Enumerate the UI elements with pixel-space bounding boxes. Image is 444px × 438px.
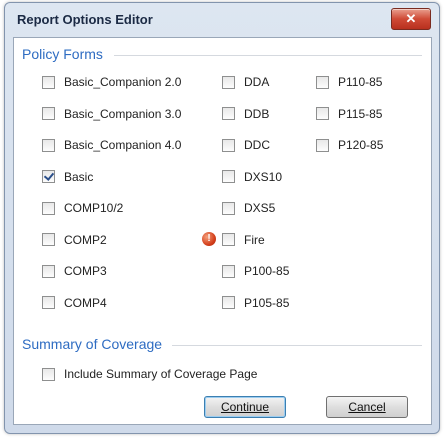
policy-form-label: DDC	[244, 138, 270, 152]
policy-form-label: P100-85	[244, 264, 290, 278]
policy-form-checkbox[interactable]	[316, 107, 329, 120]
policy-form-label: P105-85	[244, 295, 290, 310]
policy-form-row[interactable]: P100-85	[222, 264, 289, 278]
policy-form-checkbox[interactable]	[42, 296, 55, 309]
policy-form-row[interactable]: P120-85	[316, 138, 383, 152]
policy-form-label: COMP2	[64, 232, 107, 247]
dialog-window: Report Options Editor ✕ Policy Forms Bas…	[4, 2, 440, 434]
policy-form-row[interactable]: DDC	[222, 138, 270, 152]
policy-form-label: Basic_Companion 4.0	[64, 138, 182, 152]
policy-form-row[interactable]: DDA	[222, 75, 269, 89]
dialog-body: Policy Forms Basic_Companion 2.0 Basic_Co…	[13, 37, 432, 425]
policy-form-label: P120-85	[338, 138, 384, 152]
policy-form-row[interactable]: Fire	[222, 233, 265, 247]
summary-divider	[172, 345, 422, 346]
include-summary-checkbox[interactable]	[42, 367, 55, 381]
policy-form-label: P115-85	[338, 106, 383, 121]
close-icon: ✕	[405, 11, 417, 26]
policy-form-row[interactable]: P105-85	[222, 296, 289, 310]
policy-form-checkbox[interactable]	[222, 296, 235, 309]
policy-form-row[interactable]: Basic_Companion 3.0	[42, 107, 181, 121]
policy-form-checkbox[interactable]	[222, 170, 235, 183]
window-title: Report Options Editor	[17, 12, 153, 27]
policy-form-checkbox[interactable]	[222, 201, 235, 215]
policy-form-checkbox[interactable]	[42, 75, 55, 89]
policy-form-label: COMP10/2	[64, 201, 124, 215]
policy-form-checkbox[interactable]	[222, 264, 235, 278]
policy-form-row[interactable]: Basic_Companion 2.0	[42, 75, 181, 89]
policy-form-row[interactable]: Basic_Companion 4.0	[42, 138, 181, 152]
policy-form-checkbox[interactable]	[42, 138, 55, 152]
warning-icon: !	[202, 231, 216, 246]
policy-form-checkbox[interactable]	[42, 201, 55, 215]
policy-forms-divider	[114, 55, 422, 56]
policy-form-label: COMP3	[64, 264, 107, 278]
policy-form-checkbox[interactable]	[42, 264, 55, 278]
policy-form-row[interactable]: P115-85	[316, 107, 382, 121]
summary-heading: Summary of Coverage	[22, 336, 163, 352]
policy-forms-heading: Policy Forms	[22, 46, 103, 62]
policy-form-checkbox[interactable]	[42, 170, 55, 183]
policy-form-row[interactable]: Basic	[42, 170, 93, 184]
policy-form-checkbox[interactable]	[42, 107, 55, 120]
close-button[interactable]: ✕	[391, 8, 431, 30]
policy-form-label: DDB	[244, 106, 270, 121]
title-bar[interactable]: Report Options Editor ✕	[5, 3, 439, 35]
policy-form-checkbox[interactable]	[222, 138, 235, 152]
policy-form-label: Basic_Companion 2.0	[64, 75, 182, 89]
continue-button[interactable]: Continue	[204, 396, 286, 418]
policy-form-row[interactable]: COMP3	[42, 264, 107, 278]
policy-form-row[interactable]: DXS5	[222, 201, 275, 215]
policy-form-row[interactable]: P110-85	[316, 75, 382, 89]
policy-form-label: P110-85	[338, 75, 383, 89]
policy-form-row[interactable]: COMP10/2	[42, 201, 123, 215]
policy-form-label: DXS10	[244, 169, 283, 184]
policy-form-label: Fire	[244, 232, 265, 247]
policy-form-label: DXS5	[244, 201, 276, 215]
policy-form-checkbox[interactable]	[316, 75, 329, 89]
policy-form-row[interactable]: DXS10	[222, 170, 282, 184]
policy-form-checkbox[interactable]	[222, 233, 235, 246]
policy-form-label: Basic	[64, 169, 94, 184]
policy-form-checkbox[interactable]	[222, 107, 235, 120]
policy-form-label: DDA	[244, 75, 270, 89]
policy-form-checkbox[interactable]	[316, 138, 329, 152]
policy-form-label: Basic_Companion 3.0	[64, 106, 182, 121]
policy-form-checkbox[interactable]	[42, 233, 55, 246]
policy-form-row[interactable]: COMP2	[42, 233, 107, 247]
policy-form-row[interactable]: COMP4	[42, 296, 107, 310]
policy-form-row[interactable]: DDB	[222, 107, 269, 121]
include-summary-checkbox-row[interactable]: Include Summary of Coverage Page	[42, 367, 257, 381]
policy-form-checkbox[interactable]	[222, 75, 235, 89]
policy-form-label: COMP4	[64, 295, 107, 310]
include-summary-label: Include Summary of Coverage Page	[64, 367, 258, 381]
cancel-button[interactable]: Cancel	[326, 396, 408, 418]
